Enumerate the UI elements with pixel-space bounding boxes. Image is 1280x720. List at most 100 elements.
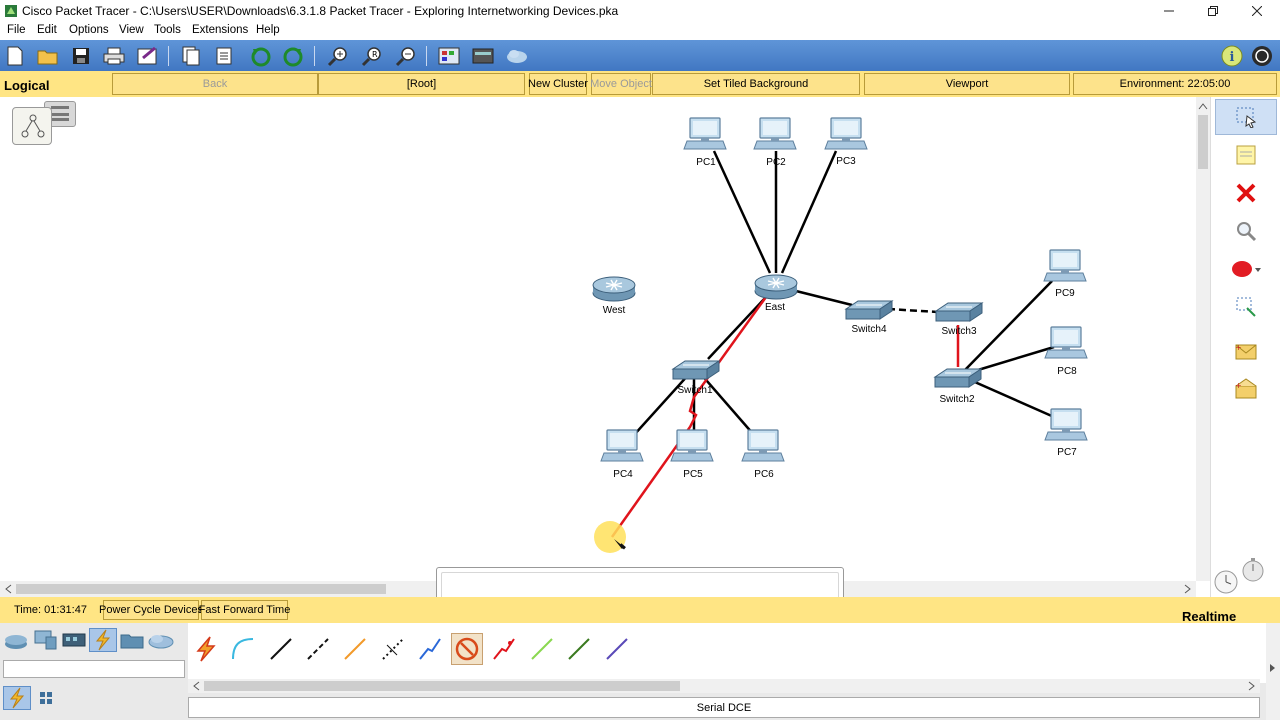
set-tiled-background-button[interactable]: Set Tiled Background xyxy=(652,73,860,95)
subcategory-grid[interactable] xyxy=(32,686,60,710)
automatic-connection-button[interactable] xyxy=(190,633,222,665)
octal-cable-button[interactable] xyxy=(526,633,558,665)
category-connections[interactable] xyxy=(89,628,117,652)
save-button[interactable] xyxy=(69,44,93,68)
help-info-button[interactable]: i xyxy=(1220,44,1244,68)
inspect-tool-button[interactable] xyxy=(1215,213,1277,249)
east-router[interactable] xyxy=(754,274,798,300)
minimize-button[interactable] xyxy=(1146,0,1192,22)
draw-ellipse-button[interactable] xyxy=(1215,251,1277,287)
menu-tools[interactable]: Tools xyxy=(154,24,181,36)
pc7-device[interactable] xyxy=(1044,408,1088,441)
copper-cross-over-button[interactable] xyxy=(302,633,334,665)
menu-extensions[interactable]: Extensions xyxy=(192,24,248,36)
pc6-device[interactable] xyxy=(741,429,785,462)
realtime-mode-toggle[interactable] xyxy=(1213,569,1239,595)
maximize-button[interactable] xyxy=(1190,0,1236,22)
pc9-device[interactable] xyxy=(1043,249,1087,282)
viewport-button[interactable]: Viewport xyxy=(864,73,1070,95)
crossover-link[interactable] xyxy=(887,307,939,314)
category-end-devices[interactable] xyxy=(31,628,59,652)
subcategory-connections[interactable] xyxy=(3,686,31,710)
delete-tool-button[interactable] xyxy=(1215,175,1277,211)
pc4-device[interactable] xyxy=(600,429,644,462)
power-cycle-devices-button[interactable]: Power Cycle Devices xyxy=(99,600,203,620)
category-network-devices[interactable] xyxy=(2,628,30,652)
new-cluster-button[interactable]: New Cluster xyxy=(528,73,588,95)
copy-button[interactable] xyxy=(179,44,203,68)
redo-button[interactable] xyxy=(281,44,305,68)
scroll-right-arrow-icon[interactable] xyxy=(1248,681,1256,691)
copper-straight-through-button[interactable] xyxy=(265,633,297,665)
switch4-device[interactable] xyxy=(845,300,893,320)
logical-view-nav-button[interactable] xyxy=(12,101,80,145)
console-cable-button[interactable] xyxy=(227,633,259,665)
drawing-palette-button[interactable] xyxy=(437,44,461,68)
paste-button[interactable] xyxy=(213,44,237,68)
canvas-vertical-scrollbar[interactable] xyxy=(1196,97,1210,581)
category-multiuser[interactable] xyxy=(147,628,175,652)
menu-view[interactable]: View xyxy=(119,24,144,36)
pc1-device[interactable] xyxy=(683,117,727,150)
network-info-button[interactable] xyxy=(505,44,529,68)
environment-button[interactable]: Environment: 22:05:00 xyxy=(1073,73,1277,95)
simulation-mode-toggle[interactable] xyxy=(1237,555,1273,583)
phone-cable-button[interactable] xyxy=(377,633,409,665)
menu-options[interactable]: Options xyxy=(69,24,109,36)
category-miscellaneous[interactable] xyxy=(118,628,146,652)
west-router[interactable] xyxy=(592,276,636,302)
place-note-button[interactable] xyxy=(1215,137,1277,173)
close-window-button[interactable] xyxy=(1234,0,1280,22)
open-button[interactable] xyxy=(36,44,60,68)
zoom-in-button[interactable] xyxy=(326,44,350,68)
custom-devices-button[interactable] xyxy=(471,44,495,68)
add-simple-pdu-button[interactable]: + xyxy=(1215,333,1277,369)
serial-link-in-progress[interactable] xyxy=(610,296,768,538)
resize-shape-button[interactable] xyxy=(1215,289,1277,325)
scroll-left-arrow-icon[interactable] xyxy=(4,584,12,594)
vertical-scroll-thumb[interactable] xyxy=(1198,115,1208,169)
connections-horizontal-scrollbar[interactable] xyxy=(188,679,1260,693)
back-button[interactable]: Back xyxy=(112,73,318,95)
usb-cable-button[interactable] xyxy=(601,633,633,665)
scroll-up-arrow-icon[interactable] xyxy=(1198,101,1208,110)
iot-custom-cable-button[interactable] xyxy=(563,633,595,665)
add-complex-pdu-button[interactable]: + xyxy=(1215,371,1277,407)
fast-forward-time-button[interactable]: Fast Forward Time xyxy=(199,600,290,620)
select-tool-button[interactable] xyxy=(1215,99,1277,135)
network-status-button[interactable] xyxy=(1250,44,1274,68)
menu-edit[interactable]: Edit xyxy=(37,24,57,36)
category-components[interactable] xyxy=(60,628,88,652)
menu-help[interactable]: Help xyxy=(256,24,280,36)
logical-workspace-canvas[interactable]: PC1 PC2 PC3 East West Switch4 Switch3 Sw… xyxy=(0,97,1196,581)
panel-vertical-scrollbar[interactable] xyxy=(1266,623,1280,720)
undo-button[interactable] xyxy=(249,44,273,68)
zoom-reset-button[interactable]: R xyxy=(360,44,384,68)
switch1-device[interactable] xyxy=(672,360,720,380)
switch3-device[interactable] xyxy=(935,302,983,322)
pc3-device[interactable] xyxy=(824,117,868,150)
workspace-mode-label[interactable]: Logical xyxy=(4,78,50,93)
magnifier-icon xyxy=(1237,222,1257,242)
horizontal-scroll-thumb[interactable] xyxy=(16,584,386,594)
print-button[interactable] xyxy=(102,44,126,68)
serial-dce-button[interactable] xyxy=(488,633,520,665)
scroll-right-arrow-icon[interactable] xyxy=(1269,663,1277,673)
zoom-out-button[interactable] xyxy=(394,44,418,68)
activity-wizard-button[interactable] xyxy=(136,44,160,68)
move-object-button[interactable]: Move Object xyxy=(590,73,652,95)
menu-file[interactable]: File xyxy=(7,24,26,36)
new-button[interactable] xyxy=(3,44,27,68)
scroll-right-arrow-icon[interactable] xyxy=(1184,584,1192,594)
scroll-left-arrow-icon[interactable] xyxy=(192,681,200,691)
connections-scroll-thumb[interactable] xyxy=(204,681,680,691)
switch2-device[interactable] xyxy=(934,368,982,388)
device-model-field[interactable] xyxy=(3,660,185,678)
serial-dte-button[interactable] xyxy=(451,633,483,665)
root-button[interactable]: [Root] xyxy=(318,73,525,95)
pc5-device[interactable] xyxy=(670,429,714,462)
pc2-device[interactable] xyxy=(753,117,797,150)
fiber-button[interactable] xyxy=(339,633,371,665)
pc8-device[interactable] xyxy=(1044,326,1088,359)
coaxial-button[interactable] xyxy=(414,633,446,665)
